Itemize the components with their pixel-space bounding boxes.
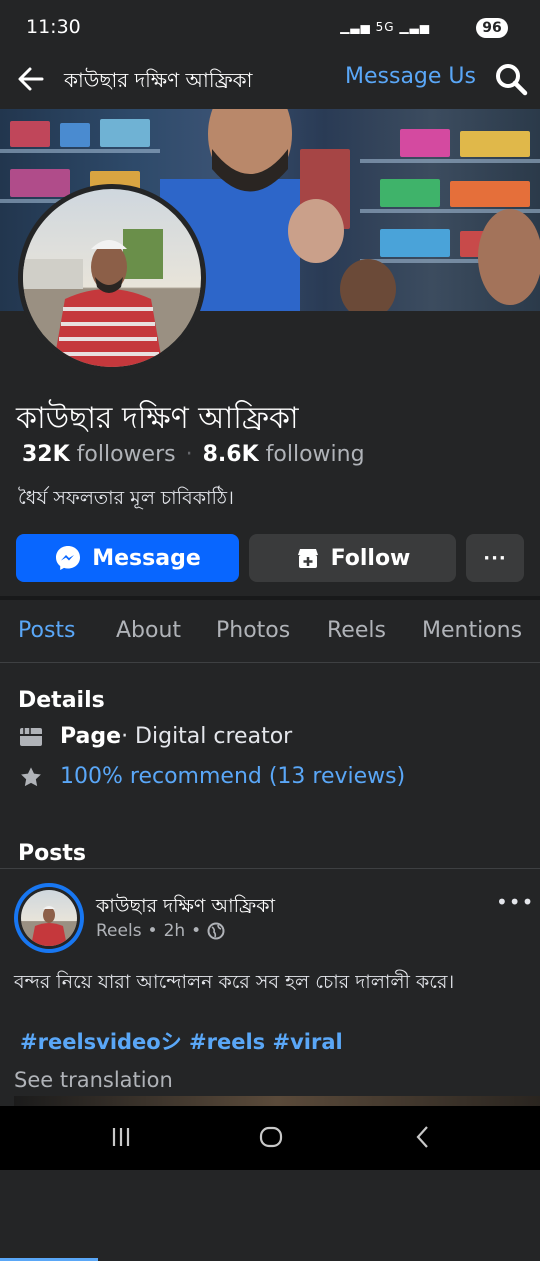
recommend-row[interactable]: 100% recommend (13 reviews) [18, 764, 405, 789]
followers-label: followers [76, 442, 176, 467]
top-bar: কাউছার দক্ষিণ আফ্রিকা Message Us [0, 52, 540, 106]
follow-button[interactable]: Follow [249, 534, 456, 582]
following-count: 8.6K [202, 442, 259, 467]
battery-level: 96 [476, 18, 508, 38]
status-bar: 11:30 ▁▃▅ 5G ▁▃▅ 96 [0, 0, 540, 56]
message-button[interactable]: Message [16, 534, 239, 582]
post-author-name[interactable]: কাউছার দক্ষিণ আফ্রিকা [96, 892, 275, 924]
follow-button-label: Follow [330, 545, 411, 571]
page-category-row: Page · Digital creator [18, 724, 292, 749]
posts-divider [0, 868, 540, 869]
search-icon[interactable] [494, 62, 528, 96]
details-heading: Details [18, 688, 105, 713]
tab-mentions[interactable]: Mentions [422, 618, 522, 643]
globe-icon [207, 922, 225, 940]
posts-heading: Posts [18, 841, 86, 866]
post-more-button[interactable]: ••• [496, 890, 534, 914]
post-hashtags[interactable]: #reelsvideoシ #reels #viral [20, 1026, 343, 1056]
messenger-icon [56, 546, 81, 570]
profile-stats: 32K followers · 8.6K following [22, 442, 365, 467]
follow-icon [297, 549, 318, 568]
profile-name: কাউছার দক্ষিণ আফ্রিকা [16, 401, 299, 436]
following-link[interactable]: 8.6K following [203, 442, 365, 467]
network-type: 5G [375, 20, 395, 34]
post-source: Reels [96, 921, 142, 941]
message-us-link[interactable]: Message Us [345, 64, 476, 89]
back-nav-icon[interactable] [408, 1122, 438, 1152]
profile-avatar[interactable] [18, 184, 206, 372]
home-icon[interactable] [256, 1122, 286, 1152]
post-text: বন্দর নিয়ে যারা আন্দোলন করে সব হল চোর দ… [14, 971, 455, 993]
star-icon [21, 766, 41, 786]
see-translation-link[interactable]: See translation [14, 1068, 173, 1092]
post-author-avatar[interactable] [14, 883, 84, 953]
tab-posts[interactable]: Posts [18, 618, 76, 643]
recommend-link[interactable]: 100% recommend (13 reviews) [60, 764, 405, 789]
message-button-label: Message [92, 545, 201, 571]
followers-link[interactable]: 32K followers [22, 442, 176, 467]
following-label: following [265, 442, 365, 467]
page-category: · Digital creator [121, 724, 293, 749]
tab-about[interactable]: About [116, 618, 181, 643]
post-meta: Reels • 2h • [96, 921, 225, 941]
more-options-button[interactable]: ··· [466, 534, 524, 582]
tab-photos[interactable]: Photos [216, 618, 290, 643]
status-time: 11:30 [26, 16, 81, 38]
profile-tabs: Posts About Photos Reels Mentions [0, 600, 540, 1261]
page-icon [20, 727, 42, 746]
back-arrow-icon[interactable] [12, 60, 50, 98]
page-title: কাউছার দক্ষিণ আফ্রিকা [64, 68, 253, 92]
signal-icon: ▁▃▅ 5G ▁▃▅ [340, 20, 430, 34]
page-label: Page [60, 724, 122, 749]
profile-bio: ধৈর্য সফলতার মূল চাবিকাঠি। [18, 487, 234, 509]
system-navigation-bar [0, 1106, 540, 1170]
followers-count: 32K [22, 442, 70, 467]
post-time: 2h [163, 921, 186, 941]
tab-reels[interactable]: Reels [327, 618, 386, 643]
recents-icon[interactable] [106, 1122, 136, 1152]
